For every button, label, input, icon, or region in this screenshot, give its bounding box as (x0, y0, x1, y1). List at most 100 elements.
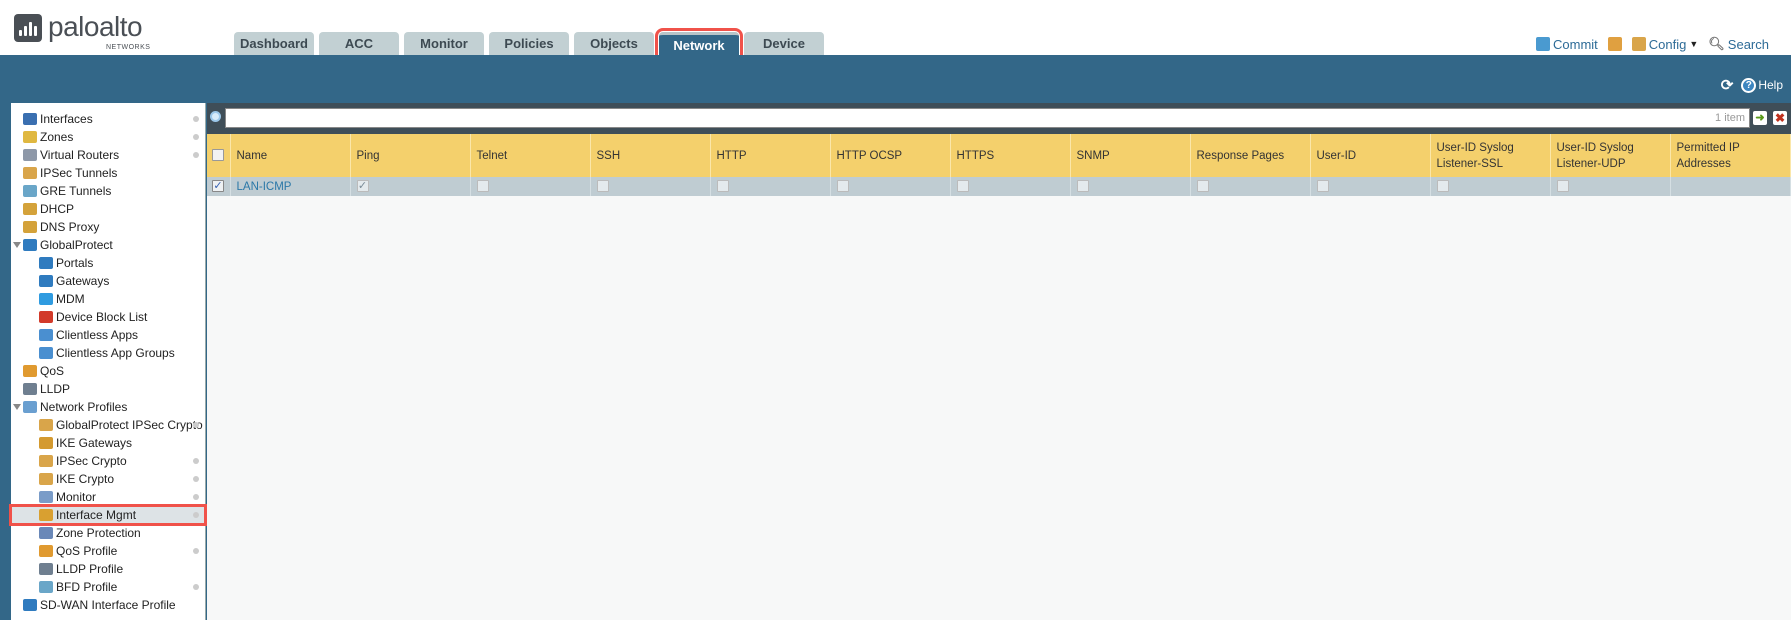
sidebar-item-ike-gateways[interactable]: IKE Gateways (11, 434, 205, 452)
sidebar-item-label: GRE Tunnels (40, 184, 112, 198)
sidebar-item-device-block-list[interactable]: Device Block List (11, 308, 205, 326)
column-header-permitted-ip-addresses[interactable]: Permitted IP Addresses (1670, 134, 1791, 177)
sidebar-item-zone-protection[interactable]: Zone Protection (11, 524, 205, 542)
sidebar-item-bfd-profile[interactable]: BFD Profile (11, 578, 205, 596)
column-header-user-id-syslog-listener-udp[interactable]: User-ID Syslog Listener-UDP (1550, 134, 1671, 177)
column-header-response-pages[interactable]: Response Pages (1190, 134, 1311, 177)
ping-checkbox: ✓ (356, 180, 369, 193)
interface-mgmt-panel: 1 item ➜ ✖ Name Ping Telnet SSH HTTP HTTP OCS… (207, 103, 1791, 620)
sidebar-item-label: IKE Crypto (56, 472, 115, 486)
dhcp-icon (23, 203, 37, 215)
sidebar-item-dns-proxy[interactable]: DNS Proxy (11, 218, 205, 236)
row-select-checkbox[interactable]: ✓ (212, 180, 224, 193)
syslog-udp-checkbox (1556, 180, 1569, 193)
column-header-name[interactable]: Name (230, 134, 351, 177)
column-header-user-id[interactable]: User-ID (1310, 134, 1431, 177)
sidebar-item-gre-tunnels[interactable]: GRE Tunnels (11, 182, 205, 200)
table-row[interactable]: ✓ LAN-ICMP ✓ (207, 177, 1791, 196)
sidebar-item-virtual-routers[interactable]: Virtual Routers (11, 146, 205, 164)
commit-label: Commit (1553, 36, 1598, 52)
column-header-telnet[interactable]: Telnet (470, 134, 591, 177)
profile-name-link[interactable]: LAN-ICMP (237, 181, 292, 193)
sidebar-item-label: Virtual Routers (40, 148, 120, 162)
refresh-icon[interactable]: ⟳ (1721, 76, 1734, 94)
lock-button[interactable] (1607, 37, 1622, 51)
sidebar-item-network-profiles[interactable]: Network Profiles (11, 398, 205, 416)
sidebar-item-clientless-apps[interactable]: Clientless Apps (11, 326, 205, 344)
chevron-down-icon: ▼ (1689, 39, 1699, 49)
sidebar-item-clientless-app-groups[interactable]: Clientless App Groups (11, 344, 205, 362)
profiles-table: Name Ping Telnet SSH HTTP HTTP OCSP HTTPS SNMP R… (207, 134, 1791, 196)
globalprotect-icon (23, 239, 37, 251)
device-block-icon (39, 311, 53, 323)
clear-filter-icon[interactable]: ✖ (1773, 111, 1787, 125)
expand-triangle-icon[interactable] (13, 404, 21, 410)
sidebar-item-ipsec-crypto[interactable]: IPSec Crypto (11, 452, 205, 470)
sidebar-item-ike-crypto[interactable]: IKE Crypto (11, 470, 205, 488)
sidebar-item-monitor[interactable]: Monitor (11, 488, 205, 506)
tab-monitor[interactable]: Monitor (404, 32, 484, 55)
expand-triangle-icon[interactable] (13, 242, 21, 248)
sidebar-item-label: Interface Mgmt (56, 508, 137, 522)
sidebar-item-lldp-profile[interactable]: LLDP Profile (11, 560, 205, 578)
sidebar-item-label: SD-WAN Interface Profile (40, 598, 176, 612)
column-header-http-ocsp[interactable]: HTTP OCSP (830, 134, 951, 177)
config-label: Config (1648, 36, 1687, 52)
bfd-profile-icon (39, 581, 53, 593)
sidebar-item-qos-profile[interactable]: QoS Profile (11, 542, 205, 560)
sidebar-item-label: MDM (56, 292, 85, 306)
column-header-http[interactable]: HTTP (710, 134, 831, 177)
tab-objects[interactable]: Objects (574, 32, 654, 55)
sidebar-item-ipsec-tunnels[interactable]: IPSec Tunnels (11, 164, 205, 182)
sidebar-item-qos[interactable]: QoS (11, 362, 205, 380)
sidebar-item-label: Portals (56, 256, 94, 270)
clientless-apps-icon (39, 329, 53, 341)
column-header-ssh[interactable]: SSH (590, 134, 711, 177)
interfaces-icon (23, 113, 37, 125)
sidebar-item-mdm[interactable]: MDM (11, 290, 205, 308)
select-all-checkbox[interactable] (212, 149, 224, 162)
sidebar-item-dhcp[interactable]: DHCP (11, 200, 205, 218)
gateways-icon (39, 275, 53, 287)
column-header-snmp[interactable]: SNMP (1070, 134, 1191, 177)
tab-policies[interactable]: Policies (489, 32, 569, 55)
apply-filter-icon[interactable]: ➜ (1753, 111, 1767, 125)
monitor-icon (39, 491, 53, 503)
logo-subtext: NETWORKS (106, 44, 151, 51)
search-icon: 🔍︎ (1708, 36, 1725, 51)
sidebar-item-globalprotect[interactable]: GlobalProtect (11, 236, 205, 254)
config-menu[interactable]: Config ▼ (1631, 36, 1699, 52)
search-link[interactable]: 🔍︎ Search (1708, 36, 1769, 52)
tab-device[interactable]: Device (744, 32, 824, 55)
sidebar-item-label: LLDP (40, 382, 71, 396)
http-ocsp-checkbox (836, 180, 849, 193)
tab-dashboard[interactable]: Dashboard (234, 32, 314, 55)
help-bar: ⟳ ? Help (1721, 76, 1783, 94)
column-header-user-id-syslog-listener-ssl[interactable]: User-ID Syslog Listener-SSL (1430, 134, 1551, 177)
sidebar-item-gateways[interactable]: Gateways (11, 272, 205, 290)
sidebar-item-sd-wan-interface-profile[interactable]: SD-WAN Interface Profile (11, 596, 205, 614)
sidebar-item-zones[interactable]: Zones (11, 128, 205, 146)
status-dot-icon (193, 494, 199, 500)
zone-protection-icon (39, 527, 53, 539)
column-header-ping[interactable]: Ping (350, 134, 471, 177)
telnet-checkbox (476, 180, 489, 193)
tab-acc[interactable]: ACC (319, 32, 399, 55)
mdm-icon (39, 293, 53, 305)
sidebar-item-lldp[interactable]: LLDP (11, 380, 205, 398)
lock-icon (39, 473, 53, 485)
qos-profile-icon (39, 545, 53, 557)
sidebar-item-label: IKE Gateways (56, 436, 133, 450)
sidebar-item-label: IPSec Crypto (56, 454, 127, 468)
filter-input[interactable]: 1 item (225, 108, 1750, 128)
help-button[interactable]: ? Help (1741, 77, 1783, 93)
sidebar-item-portals[interactable]: Portals (11, 254, 205, 272)
https-checkbox (956, 180, 969, 193)
commit-button[interactable]: Commit (1536, 37, 1598, 52)
sidebar-item-globalprotect-ipsec-crypto[interactable]: GlobalProtect IPSec Crypto (11, 416, 205, 434)
sidebar-item-interfaces[interactable]: Interfaces (11, 110, 205, 128)
sidebar-item-interface-mgmt[interactable]: Interface Mgmt (9, 504, 207, 526)
http-checkbox (716, 180, 729, 193)
column-header-https[interactable]: HTTPS (950, 134, 1071, 177)
sidebar-item-label: DNS Proxy (40, 220, 100, 234)
